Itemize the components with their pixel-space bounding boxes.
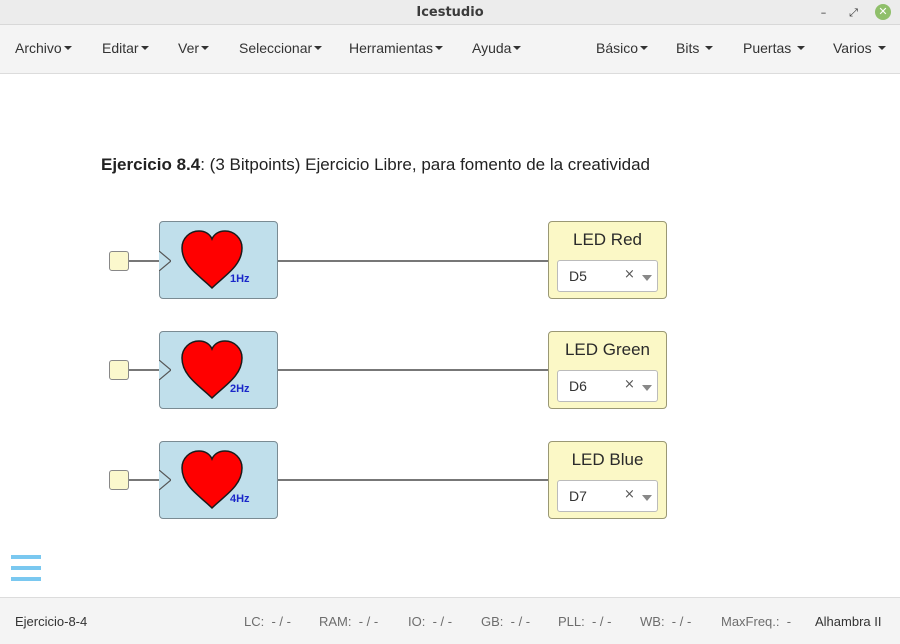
input-port[interactable]	[109, 470, 129, 490]
maximize-icon[interactable]: ⤢	[846, 5, 861, 20]
menu-herramientas[interactable]: Herramientas	[349, 40, 444, 56]
input-port[interactable]	[109, 251, 129, 271]
pin-value: D7	[569, 488, 587, 504]
pin-value: D5	[569, 268, 587, 284]
project-name: Ejercicio-8-4	[15, 614, 88, 629]
design-canvas[interactable]: Ejercicio 8.4: (3 Bitpoints) Ejercicio L…	[0, 75, 900, 597]
menu-archivo[interactable]: Archivo	[15, 40, 72, 56]
stat-maxfreq: MaxFreq.: -	[721, 614, 792, 629]
heart-blink-block[interactable]: 1Hz	[159, 221, 278, 299]
menu-puertas[interactable]: Puertas	[743, 40, 806, 56]
close-icon[interactable]: ✕	[875, 4, 891, 20]
heart-blink-block[interactable]: 2Hz	[159, 331, 278, 409]
stat-gb: GB: - / -	[481, 614, 531, 629]
title-bar: Icestudio – ⤢ ✕	[0, 0, 900, 25]
clear-icon[interactable]: ×	[624, 267, 635, 282]
input-wire	[129, 479, 159, 481]
frequency-label: 1Hz	[230, 273, 250, 285]
chevron-down-icon[interactable]	[642, 495, 652, 501]
wire	[278, 479, 549, 481]
led-block-title: LED Green	[564, 340, 651, 359]
menu-basico[interactable]: Básico	[596, 40, 649, 56]
board-name[interactable]: Alhambra II	[815, 614, 881, 629]
stat-pll: PLL: - / -	[558, 614, 612, 629]
minimize-icon[interactable]: –	[816, 5, 831, 20]
exercise-heading: Ejercicio 8.4: (3 Bitpoints) Ejercicio L…	[101, 155, 651, 174]
menu-ayuda[interactable]: Ayuda	[472, 40, 522, 56]
menu-varios[interactable]: Varios	[833, 40, 886, 56]
input-pin-icon	[159, 470, 171, 490]
pin-value: D6	[569, 378, 587, 394]
input-port[interactable]	[109, 360, 129, 380]
led-block-title: LED Red	[573, 230, 642, 249]
pin-select[interactable]: D6 ×	[557, 370, 658, 402]
menu-ver[interactable]: Ver	[178, 40, 210, 56]
status-bar: Ejercicio-8-4 LC: - / - RAM: - / - IO: -…	[0, 597, 900, 644]
input-pin-icon	[159, 251, 171, 271]
stat-io: IO: - / -	[408, 614, 453, 629]
frequency-label: 4Hz	[230, 493, 250, 505]
menu-seleccionar[interactable]: Seleccionar	[239, 40, 323, 56]
menu-bar: Archivo Editar Ver Seleccionar Herramien…	[0, 25, 900, 74]
hamburger-menu-icon[interactable]	[11, 555, 41, 582]
window-title: Icestudio	[416, 5, 484, 20]
pin-select[interactable]: D7 ×	[557, 480, 658, 512]
led-output-block[interactable]: LED Blue D7 ×	[548, 441, 667, 519]
wire	[278, 369, 549, 371]
clear-icon[interactable]: ×	[624, 377, 635, 392]
input-pin-icon	[159, 360, 171, 380]
menu-bits[interactable]: Bits	[676, 40, 714, 56]
heart-blink-block[interactable]: 4Hz	[159, 441, 278, 519]
pin-select[interactable]: D5 ×	[557, 260, 658, 292]
led-block-title: LED Blue	[571, 450, 644, 469]
clear-icon[interactable]: ×	[624, 487, 635, 502]
stat-lc: LC: - / -	[244, 614, 291, 629]
stat-wb: WB: - / -	[640, 614, 692, 629]
wire	[278, 260, 549, 262]
led-output-block[interactable]: LED Green D6 ×	[548, 331, 667, 409]
input-wire	[129, 260, 159, 262]
menu-editar[interactable]: Editar	[102, 40, 149, 56]
frequency-label: 2Hz	[230, 383, 250, 395]
stat-ram: RAM: - / -	[319, 614, 379, 629]
chevron-down-icon[interactable]	[642, 275, 652, 281]
input-wire	[129, 369, 159, 371]
chevron-down-icon[interactable]	[642, 385, 652, 391]
led-output-block[interactable]: LED Red D5 ×	[548, 221, 667, 299]
